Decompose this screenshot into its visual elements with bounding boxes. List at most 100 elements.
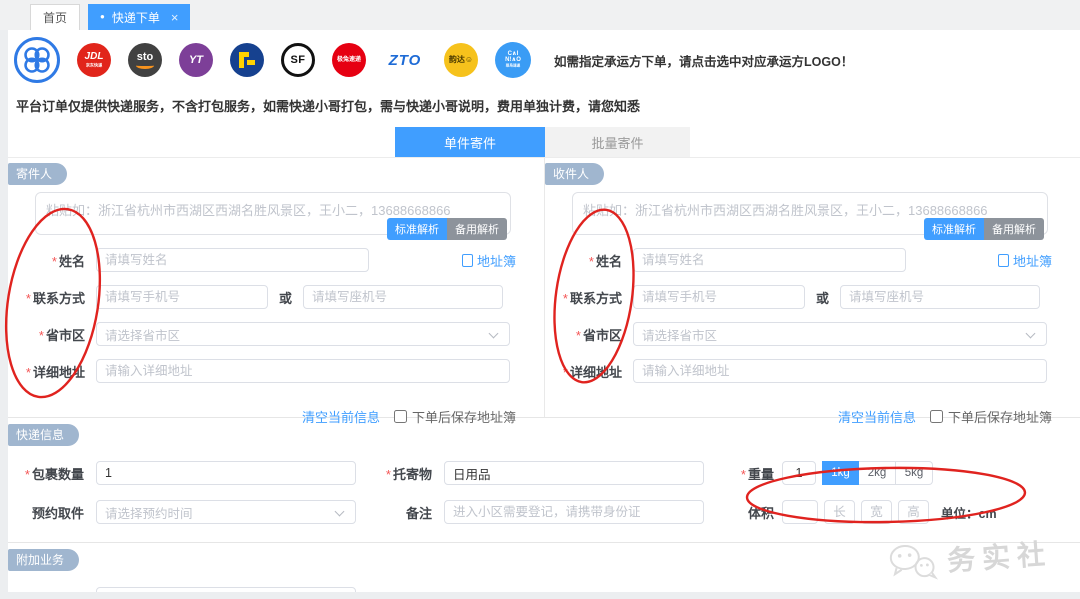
- recipient-name-label: 姓名: [596, 254, 622, 269]
- sender-badge: 寄件人: [8, 163, 67, 185]
- sender-standard-parse-button[interactable]: 标准解析: [387, 218, 447, 240]
- required-mark: *: [26, 291, 31, 306]
- recipient-region-label: 省市区: [583, 328, 622, 343]
- weight-value-input[interactable]: [782, 461, 816, 485]
- yellow-block-icon: [238, 51, 256, 69]
- remark-input[interactable]: [444, 500, 704, 524]
- sender-save-address-label: 下单后保存地址簿: [412, 407, 516, 426]
- service-notice: 平台订单仅提供快递服务，不含打包服务，如需快递小哥打包，需与快递小哥说明，费用单…: [8, 86, 1080, 115]
- sender-backup-parse-button[interactable]: 备用解析: [447, 218, 507, 240]
- remark-label: 备注: [384, 503, 444, 522]
- chevron-down-icon: [489, 329, 499, 339]
- required-mark: *: [563, 365, 568, 380]
- close-tab-icon[interactable]: ×: [171, 10, 179, 25]
- sender-contact-row: *联系方式 或: [8, 285, 544, 309]
- recipient-mobile-input[interactable]: [633, 285, 805, 309]
- pickup-time-select[interactable]: 请选择预约时间: [96, 500, 356, 524]
- sto-express-logo[interactable]: sto: [128, 43, 162, 77]
- express-info-section: 快递信息 *包裹数量 *托寄物 *重量 1kg 2kg 5kg 预约取件 请选择…: [8, 418, 1080, 543]
- sender-region-row: *省市区 请选择省市区: [8, 322, 544, 346]
- recipient-name-input[interactable]: [633, 248, 906, 272]
- platform-logo[interactable]: [14, 37, 60, 83]
- recipient-panel: 收件人 标准解析 备用解析 *姓名 地址簿 *联系方式 或 *省市区: [544, 158, 1080, 417]
- recipient-save-address-checkbox[interactable]: [930, 410, 943, 423]
- required-mark: *: [563, 291, 568, 306]
- package-count-input[interactable]: [96, 461, 356, 485]
- tab-home[interactable]: 首页: [30, 4, 80, 30]
- weight-label: 重量: [748, 467, 774, 482]
- yunda-express-logo[interactable]: 韵达☺: [444, 43, 478, 77]
- express-row-1: *包裹数量 *托寄物 *重量 1kg 2kg 5kg: [8, 461, 1080, 485]
- volume-length-input[interactable]: [824, 500, 855, 524]
- recipient-name-row: *姓名 地址簿: [545, 248, 1080, 272]
- package-count-label: 包裹数量: [32, 467, 84, 482]
- insured-label: 保价金额: [20, 590, 96, 593]
- sender-landline-input[interactable]: [303, 285, 503, 309]
- insured-input[interactable]: [96, 587, 356, 592]
- chevron-down-icon: [1026, 329, 1036, 339]
- sender-address-input[interactable]: [96, 359, 510, 383]
- recipient-backup-parse-button[interactable]: 备用解析: [984, 218, 1044, 240]
- jt-express-logo[interactable]: 极兔速递: [332, 43, 366, 77]
- tab-single-shipment[interactable]: 单件寄件: [395, 127, 545, 157]
- tab-home-label: 首页: [43, 9, 67, 26]
- sender-contact-label: 联系方式: [33, 291, 85, 306]
- required-mark: *: [25, 467, 30, 482]
- recipient-clear-link[interactable]: 清空当前信息: [838, 407, 916, 426]
- volume-unit-label: 单位：cm: [941, 503, 997, 522]
- recipient-region-row: *省市区 请选择省市区: [545, 322, 1080, 346]
- express-row-2: 预约取件 请选择预约时间 备注 体积 单位：cm: [8, 500, 1080, 524]
- recipient-address-label: 详细地址: [570, 365, 622, 380]
- recipient-save-address-label: 下单后保存地址簿: [948, 407, 1052, 426]
- active-dot-icon: ●: [100, 13, 105, 21]
- goods-label: 托寄物: [393, 467, 432, 482]
- tab-express-order[interactable]: ● 快递下单 ×: [88, 4, 190, 30]
- recipient-actions-row: 清空当前信息 下单后保存地址簿: [545, 407, 1080, 426]
- zto-express-logo[interactable]: ZTO: [383, 43, 427, 77]
- required-mark: *: [386, 467, 391, 482]
- sender-parse-buttons: 标准解析 备用解析: [387, 218, 507, 240]
- ship-mode-tabs: 单件寄件 批量寄件: [395, 127, 1080, 157]
- recipient-address-input[interactable]: [633, 359, 1047, 383]
- address-panels: 寄件人 标准解析 备用解析 *姓名 地址簿 *联系方式 或 *省市区: [8, 157, 1080, 418]
- sender-name-input[interactable]: [96, 248, 369, 272]
- sender-clear-link[interactable]: 清空当前信息: [302, 407, 380, 426]
- sender-mobile-input[interactable]: [96, 285, 268, 309]
- sto-arc: [136, 62, 154, 69]
- tab-express-order-label: 快递下单: [112, 9, 160, 26]
- weight-option-5kg[interactable]: 5kg: [896, 461, 933, 485]
- recipient-landline-input[interactable]: [840, 285, 1040, 309]
- sender-actions-row: 清空当前信息 下单后保存地址簿: [8, 407, 544, 426]
- sender-address-label: 详细地址: [33, 365, 85, 380]
- required-mark: *: [39, 328, 44, 343]
- sender-address-book-link[interactable]: 地址簿: [462, 251, 516, 270]
- chevron-down-icon: [335, 507, 345, 517]
- addon-badge: 附加业务: [8, 549, 79, 571]
- yto-express-logo[interactable]: YT: [179, 43, 213, 77]
- recipient-standard-parse-button[interactable]: 标准解析: [924, 218, 984, 240]
- weight-option-2kg[interactable]: 2kg: [859, 461, 896, 485]
- volume-width-input[interactable]: [861, 500, 892, 524]
- jd-express-logo[interactable]: JDL 京东快递: [77, 43, 111, 77]
- blue-yellow-carrier-logo[interactable]: [230, 43, 264, 77]
- goods-input[interactable]: [444, 461, 704, 485]
- recipient-address-book-link[interactable]: 地址簿: [998, 251, 1052, 270]
- express-info-badge: 快递信息: [8, 424, 79, 446]
- carrier-select-tip: 如需指定承运方下单，请点击选中对应承运方LOGO！: [554, 51, 853, 70]
- volume-total-input[interactable]: [782, 500, 818, 524]
- sender-address-row: *详细地址: [8, 359, 544, 383]
- required-mark: *: [52, 254, 57, 269]
- recipient-paste-box: 标准解析 备用解析: [572, 192, 1048, 235]
- recipient-region-select[interactable]: 请选择省市区: [633, 322, 1047, 346]
- tab-batch-shipment[interactable]: 批量寄件: [545, 127, 690, 157]
- weight-option-1kg[interactable]: 1kg: [822, 461, 859, 485]
- clover-icon: [20, 43, 54, 77]
- required-mark: *: [576, 328, 581, 343]
- cainiao-express-logo[interactable]: C∧I N!∧O 菜鸟速递: [495, 42, 531, 78]
- recipient-contact-label: 联系方式: [570, 291, 622, 306]
- sender-region-select[interactable]: 请选择省市区: [96, 322, 510, 346]
- sf-express-logo[interactable]: SF: [281, 43, 315, 77]
- sender-save-address-checkbox[interactable]: [394, 410, 407, 423]
- sender-paste-box: 标准解析 备用解析: [35, 192, 511, 235]
- volume-height-input[interactable]: [898, 500, 929, 524]
